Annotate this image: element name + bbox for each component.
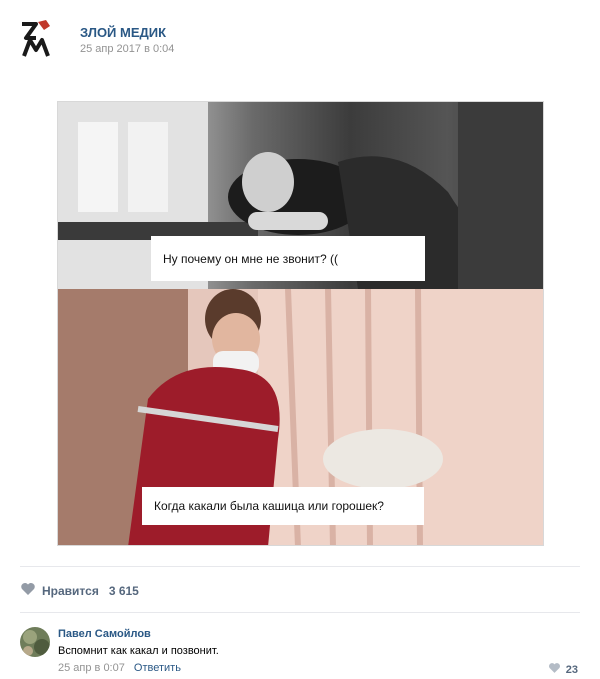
heart-icon	[20, 582, 36, 601]
meme-image[interactable]: Ну почему он мне не звонит? (( Когда как…	[57, 101, 544, 546]
divider	[20, 612, 580, 613]
post-date[interactable]: 25 апр 2017 в 0:04	[80, 43, 174, 55]
like-label: Нравится	[42, 584, 99, 598]
comment-like-button[interactable]: 23	[548, 661, 578, 679]
post-header: ЗЛОЙ МЕДИК 25 апр 2017 в 0:04	[0, 0, 600, 80]
reply-button[interactable]: Ответить	[134, 662, 181, 674]
comment-like-count: 23	[565, 664, 578, 676]
heart-icon	[548, 661, 561, 679]
meme-panel-top: Ну почему он мне не звонит? ((	[58, 102, 543, 289]
comment-meta: 25 апр в 0:07 Ответить	[58, 662, 181, 674]
caption-bottom: Когда какали была кашица или горошек?	[142, 487, 424, 525]
group-name-link[interactable]: ЗЛОЙ МЕДИК	[80, 25, 166, 40]
comment-text: Вспомнит как какал и позвонит.	[58, 645, 219, 657]
like-button[interactable]: Нравится 3 615	[20, 581, 139, 601]
caption-top: Ну почему он мне не звонит? ((	[151, 236, 425, 281]
group-logo[interactable]	[20, 18, 52, 60]
meme-panel-bottom: Когда какали была кашица или горошек?	[58, 289, 543, 545]
comment-date[interactable]: 25 апр в 0:07	[58, 662, 125, 674]
commenter-avatar[interactable]	[20, 627, 50, 657]
like-count: 3 615	[108, 584, 139, 598]
divider	[20, 566, 580, 567]
comment-author-link[interactable]: Павел Самойлов	[58, 628, 151, 640]
